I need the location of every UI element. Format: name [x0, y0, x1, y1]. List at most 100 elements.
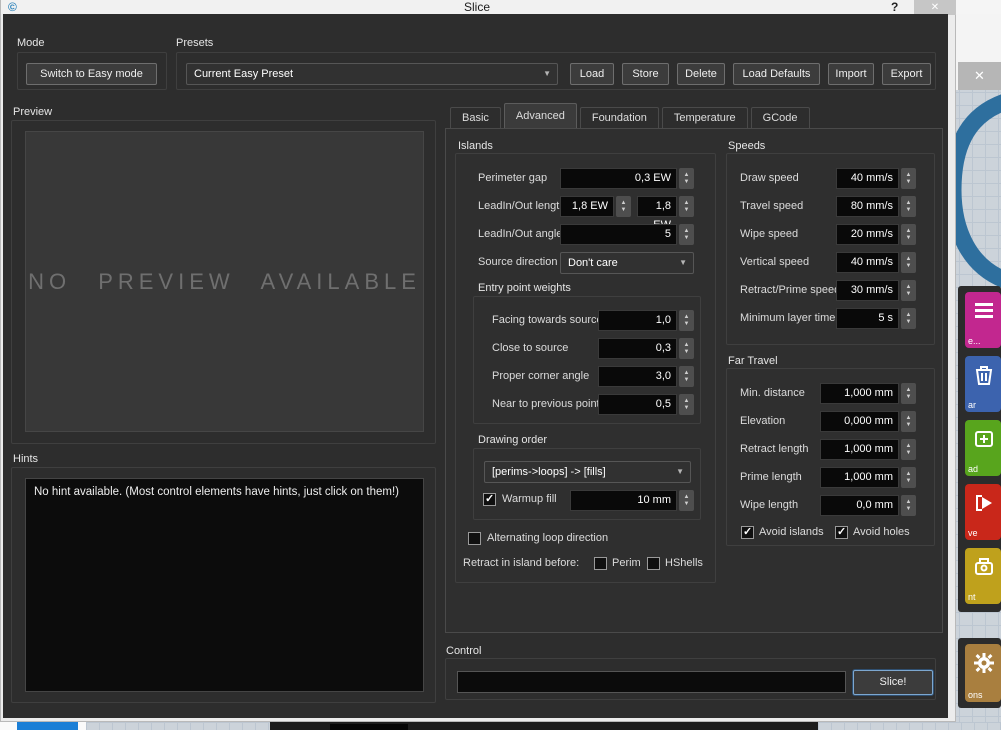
preset-selected-value: Current Easy Preset — [194, 68, 293, 80]
preset-select[interactable]: Current Easy Preset ▼ — [186, 63, 558, 85]
draw-speed-spinner[interactable]: ▲▼ — [901, 168, 916, 189]
alternating-loop-label: Alternating loop direction — [487, 528, 608, 549]
leadinout-length-spinner-1[interactable]: ▲▼ — [616, 196, 631, 217]
load-button[interactable]: Load — [570, 63, 614, 85]
slice-progress-bar — [457, 671, 846, 693]
side-button-print[interactable]: nt — [965, 548, 1001, 604]
minimum-layer-time-spinner[interactable]: ▲▼ — [901, 308, 916, 329]
proper-corner-angle-input[interactable]: 3,0 — [598, 366, 677, 387]
wipe-speed-spinner[interactable]: ▲▼ — [901, 224, 916, 245]
vertical-speed-input[interactable]: 40 mm/s — [836, 252, 899, 273]
drawing-order-select[interactable]: [perims->loops] -> [fills] ▼ — [484, 461, 691, 483]
far-travel-group-label: Far Travel — [728, 355, 778, 368]
near-previous-point-spinner[interactable]: ▲▼ — [679, 394, 694, 415]
settings-tab-bar: Basic Advanced Foundation Temperature GC… — [450, 104, 813, 129]
side-button-label: ad — [965, 464, 1001, 474]
retract-prime-speed-spinner[interactable]: ▲▼ — [901, 280, 916, 301]
leadinout-angle-input[interactable]: 5 — [560, 224, 677, 245]
side-button-label: e... — [965, 336, 1001, 346]
min-distance-input[interactable]: 1,000 mm — [820, 383, 899, 404]
import-button[interactable]: Import — [828, 63, 874, 85]
source-direction-select[interactable]: Don't care ▼ — [560, 252, 694, 274]
near-previous-point-input[interactable]: 0,5 — [598, 394, 677, 415]
avoid-holes-checkbox[interactable] — [835, 526, 848, 539]
leadinout-length-input-2[interactable]: 1,8 EW — [637, 196, 677, 217]
delete-button[interactable]: Delete — [677, 63, 725, 85]
wipe-speed-input[interactable]: 20 mm/s — [836, 224, 899, 245]
prime-length-label: Prime length — [740, 467, 802, 488]
elevation-label: Elevation — [740, 411, 785, 432]
elevation-spinner[interactable]: ▲▼ — [901, 411, 916, 432]
travel-speed-input[interactable]: 80 mm/s — [836, 196, 899, 217]
vertical-speed-spinner[interactable]: ▲▼ — [901, 252, 916, 273]
help-button[interactable]: ? — [891, 0, 898, 15]
retract-hshells-label: HShells — [665, 553, 703, 574]
close-to-source-spinner[interactable]: ▲▼ — [679, 338, 694, 359]
side-button-options[interactable]: ons — [965, 644, 1001, 702]
leadinout-angle-label: LeadIn/Out angle — [478, 224, 562, 245]
leadinout-length-spinner-2[interactable]: ▲▼ — [679, 196, 694, 217]
tab-advanced[interactable]: Advanced — [504, 103, 577, 129]
perimeter-gap-input[interactable]: 0,3 EW — [560, 168, 677, 189]
avoid-islands-checkbox[interactable] — [741, 526, 754, 539]
wipe-speed-label: Wipe speed — [740, 224, 798, 245]
side-button-load[interactable]: ad — [965, 420, 1001, 476]
slice-button[interactable]: Slice! — [853, 670, 933, 695]
preview-group-label: Preview — [13, 106, 52, 119]
wipe-length-input[interactable]: 0,0 mm — [820, 495, 899, 516]
load-defaults-button[interactable]: Load Defaults — [733, 63, 820, 85]
trash-icon — [973, 364, 995, 386]
dialog-close-button[interactable]: ✕ — [914, 0, 956, 15]
warmup-fill-input[interactable]: 10 mm — [570, 490, 677, 511]
draw-speed-label: Draw speed — [740, 168, 799, 189]
retract-prime-speed-input[interactable]: 30 mm/s — [836, 280, 899, 301]
retract-perim-checkbox[interactable] — [594, 557, 607, 570]
retract-length-spinner[interactable]: ▲▼ — [901, 439, 916, 460]
retract-in-island-label: Retract in island before: — [463, 553, 579, 574]
layers-icon — [973, 300, 995, 322]
background-bottom-blue-button[interactable] — [17, 722, 78, 730]
perimeter-gap-spinner[interactable]: ▲▼ — [679, 168, 694, 189]
prime-length-spinner[interactable]: ▲▼ — [901, 467, 916, 488]
alternating-loop-checkbox[interactable] — [468, 532, 481, 545]
export-button[interactable]: Export — [882, 63, 931, 85]
tab-temperature[interactable]: Temperature — [662, 107, 748, 129]
chevron-down-icon: ▼ — [679, 253, 687, 273]
retract-length-input[interactable]: 1,000 mm — [820, 439, 899, 460]
background-bottom-grid-right — [818, 722, 1001, 730]
facing-towards-source-input[interactable]: 1,0 — [598, 310, 677, 331]
switch-easy-mode-button[interactable]: Switch to Easy mode — [26, 63, 157, 85]
wipe-length-spinner[interactable]: ▲▼ — [901, 495, 916, 516]
wipe-length-label: Wipe length — [740, 495, 798, 516]
side-button-clear[interactable]: ar — [965, 356, 1001, 412]
leadinout-length-input-1[interactable]: 1,8 EW — [560, 196, 614, 217]
store-button[interactable]: Store — [622, 63, 669, 85]
drawing-order-label: Drawing order — [478, 434, 547, 447]
facing-towards-source-spinner[interactable]: ▲▼ — [679, 310, 694, 331]
leadinout-angle-spinner[interactable]: ▲▼ — [679, 224, 694, 245]
retract-hshells-checkbox[interactable] — [647, 557, 660, 570]
chevron-down-icon: ▼ — [543, 64, 551, 84]
prime-length-input[interactable]: 1,000 mm — [820, 467, 899, 488]
tab-basic[interactable]: Basic — [450, 107, 501, 129]
drawing-order-value: [perims->loops] -> [fills] — [492, 466, 606, 478]
close-to-source-input[interactable]: 0,3 — [598, 338, 677, 359]
travel-speed-spinner[interactable]: ▲▼ — [901, 196, 916, 217]
side-button-slice[interactable]: e... — [965, 292, 1001, 348]
tab-foundation[interactable]: Foundation — [580, 107, 659, 129]
warmup-fill-checkbox[interactable] — [483, 493, 496, 506]
warmup-fill-spinner[interactable]: ▲▼ — [679, 490, 694, 511]
vertical-speed-label: Vertical speed — [740, 252, 809, 273]
elevation-input[interactable]: 0,000 mm — [820, 411, 899, 432]
source-direction-label: Source direction — [478, 252, 558, 273]
background-close-button[interactable]: ✕ — [958, 62, 1001, 90]
proper-corner-angle-spinner[interactable]: ▲▼ — [679, 366, 694, 387]
min-distance-spinner[interactable]: ▲▼ — [901, 383, 916, 404]
retract-prime-speed-label: Retract/Prime speed — [740, 280, 840, 301]
play-icon — [973, 492, 995, 514]
draw-speed-input[interactable]: 40 mm/s — [836, 168, 899, 189]
tab-gcode[interactable]: GCode — [751, 107, 810, 129]
side-button-save[interactable]: ve — [965, 484, 1001, 540]
minimum-layer-time-input[interactable]: 5 s — [836, 308, 899, 329]
minimum-layer-time-label: Minimum layer time — [740, 308, 835, 329]
